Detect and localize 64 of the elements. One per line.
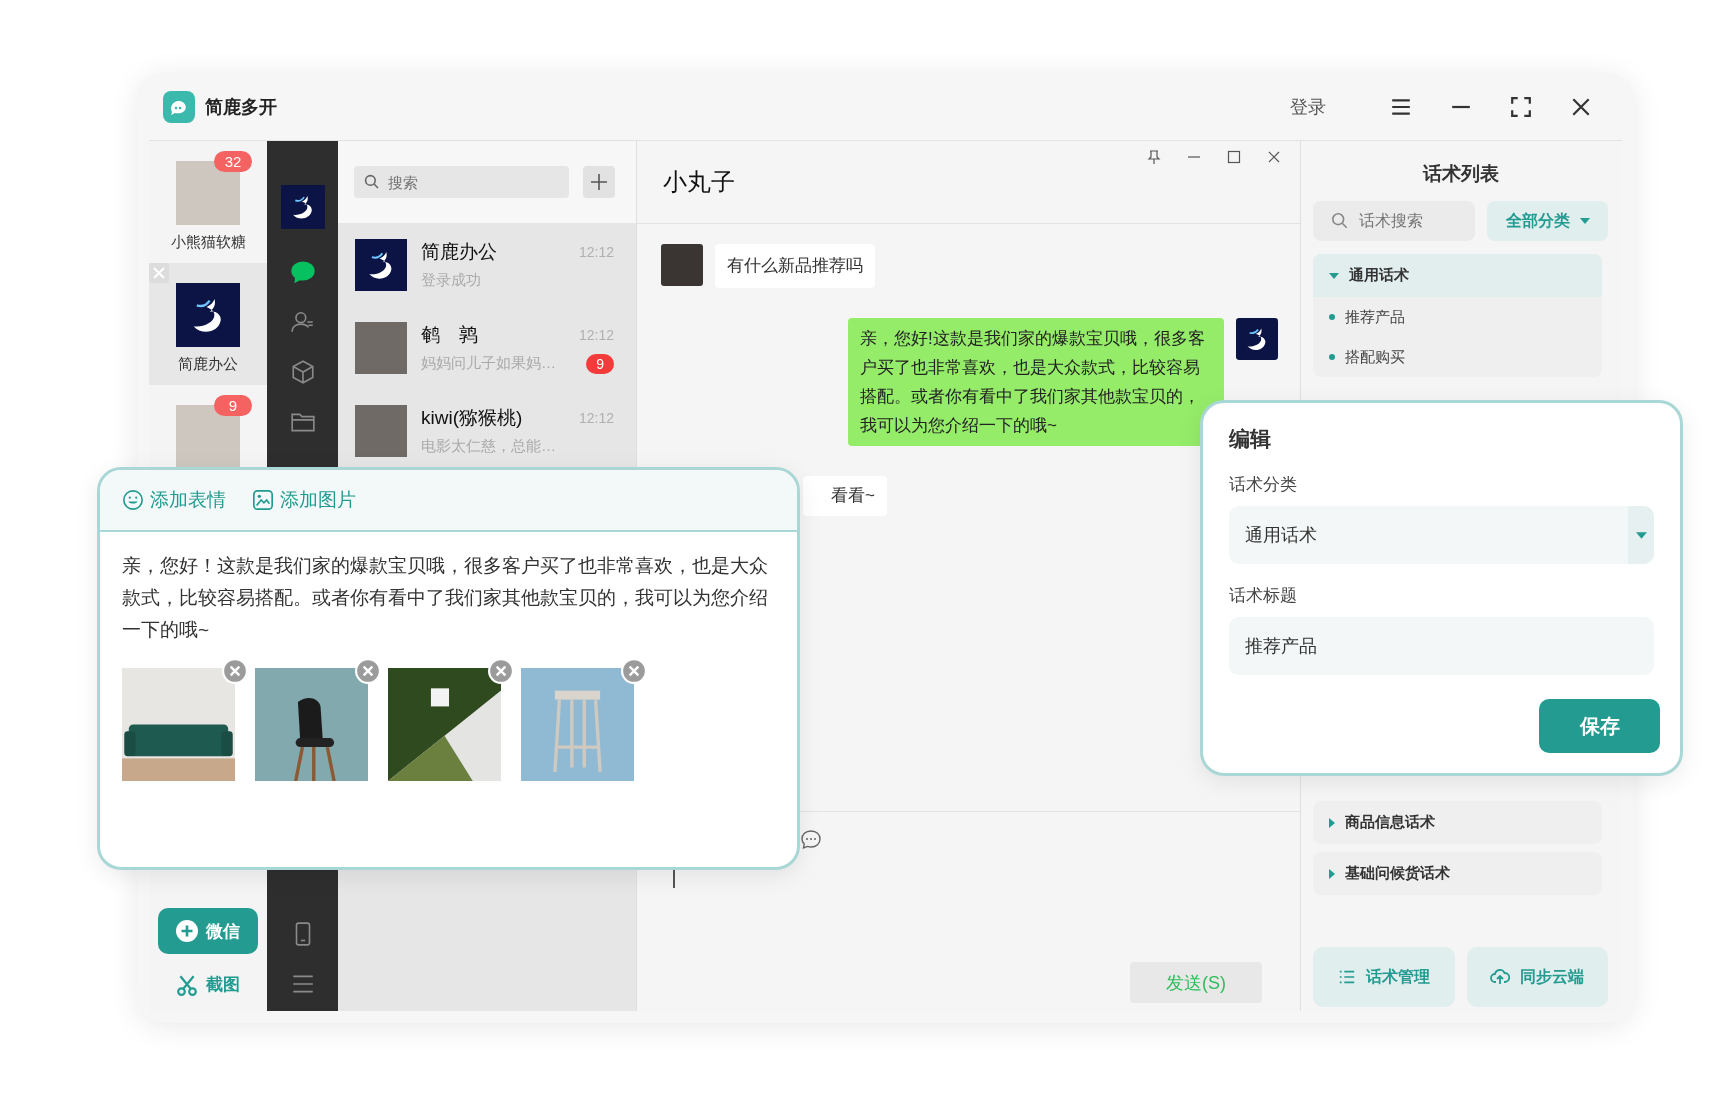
caret-icon <box>1579 218 1590 224</box>
caret-icon <box>1635 531 1647 539</box>
contacts-icon[interactable] <box>289 309 316 335</box>
script-group[interactable]: 通用话术 <box>1313 254 1602 297</box>
box-icon[interactable] <box>289 359 316 385</box>
message-preview: 妈妈问儿子如果妈… <box>421 354 556 373</box>
account-item[interactable]: 32 小熊猫软糖 <box>149 141 267 263</box>
account-name: 小熊猫软糖 <box>170 233 246 252</box>
app-title: 简鹿多开 <box>205 95 277 119</box>
contact-name: kiwi(猕猴桃) <box>421 406 523 430</box>
avatar-placeholder <box>661 244 703 286</box>
unread-badge: 9 <box>586 353 614 374</box>
chat-title: 小丸子 <box>663 167 735 197</box>
maximize-icon[interactable] <box>1226 149 1242 165</box>
search-icon <box>364 174 380 190</box>
chat-icon[interactable] <box>289 259 316 285</box>
pin-icon[interactable] <box>1146 149 1162 165</box>
avatar-placeholder <box>355 321 407 374</box>
unread-badge: 32 <box>214 151 252 172</box>
login-link[interactable]: 登录 <box>1290 94 1326 119</box>
contact-name: 简鹿办公 <box>421 240 497 264</box>
category-select[interactable]: 通用话术 <box>1229 506 1654 564</box>
script-group[interactable]: 商品信息话术 <box>1313 801 1602 844</box>
field-label: 话术分类 <box>1229 474 1298 496</box>
message-bubble: 有什么新品推荐吗 <box>715 244 875 288</box>
speech-bubble-icon[interactable] <box>799 828 823 852</box>
account-item[interactable]: 简鹿办公 <box>149 263 267 385</box>
search-field[interactable]: 搜索 <box>354 166 569 198</box>
caret-icon <box>1329 817 1335 828</box>
scissors-icon <box>176 973 198 996</box>
message-bubble: 亲，您好!这款是我们家的爆款宝贝哦，很多客户买了也非常喜欢，也是大众款式，比较容易搭配。或者你有看中了我们家其他款宝贝的，我可以为您介绍一下的哦~ <box>848 318 1224 446</box>
script-item[interactable]: 推荐产品 <box>1313 297 1602 337</box>
message-preview: 电影太仁慈，总能… <box>421 437 556 456</box>
cloud-upload-icon <box>1490 967 1511 987</box>
plus-icon <box>176 920 198 942</box>
close-icon[interactable] <box>1266 149 1282 165</box>
panel-title: 话术列表 <box>1421 162 1500 186</box>
account-name: 简鹿办公 <box>178 355 238 374</box>
caret-icon <box>1329 272 1339 279</box>
title-input[interactable]: 推荐产品 <box>1229 617 1654 675</box>
unread-badge: 9 <box>214 395 252 416</box>
script-group[interactable]: 基础问候货话术 <box>1313 852 1602 895</box>
message-preview: 登录成功 <box>421 271 481 290</box>
contact-name: 鹌 鹑 <box>421 322 478 347</box>
field-label: 话术标题 <box>1229 585 1298 607</box>
popup-title: 编辑 <box>1229 426 1272 452</box>
remove-icon[interactable] <box>488 658 514 684</box>
deer-logo-avatar <box>355 238 407 291</box>
add-icon[interactable] <box>583 166 615 198</box>
message-bubble: 看看~ <box>803 476 887 516</box>
list-icon <box>1337 968 1356 986</box>
fullscreen-icon[interactable] <box>1510 95 1532 118</box>
image-icon <box>252 489 274 511</box>
deer-logo-avatar[interactable] <box>280 185 325 229</box>
deer-logo-avatar <box>176 283 240 347</box>
script-item[interactable]: 搭配购买 <box>1313 337 1602 377</box>
caret-icon <box>1329 868 1335 879</box>
avatar-placeholder <box>355 404 407 457</box>
search-icon <box>1331 212 1349 230</box>
message-text: 亲，您好！这款是我们家的爆款宝贝哦，很多客户买了也非常喜欢，也是大众款式，比较容易搭配。或者你有看中了我们家其他款宝贝的，我可以为您介绍一下的哦~ <box>122 554 769 642</box>
search-field[interactable]: 话术搜索 <box>1313 201 1475 241</box>
smiley-icon <box>122 489 144 511</box>
app-logo-icon <box>163 90 195 123</box>
deer-logo-avatar <box>1236 318 1278 360</box>
